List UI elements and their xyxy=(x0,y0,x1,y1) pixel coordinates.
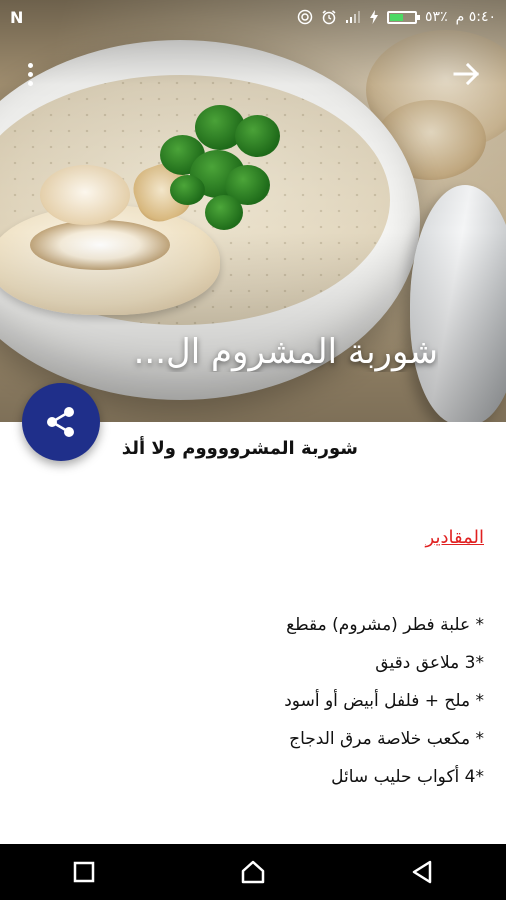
notification-indicator: N xyxy=(10,7,24,27)
list-item: * علبة فطر (مشروم) مقطع xyxy=(286,615,484,635)
ingredients-list: * علبة فطر (مشروم) مقطع *3 ملاعق دقيق * … xyxy=(284,612,484,802)
system-nav-bar xyxy=(0,844,506,900)
ingredients-heading: المقادير xyxy=(425,527,484,548)
share-icon xyxy=(47,407,74,437)
battery-icon xyxy=(387,10,421,24)
list-item: *4 أكواب حليب سائل xyxy=(331,767,484,787)
recents-square-icon xyxy=(74,861,95,883)
home-icon xyxy=(241,860,265,884)
list-item: * مكعب خلاصة مرق الدجاج xyxy=(289,729,484,749)
back-triangle-icon xyxy=(412,860,431,884)
battery-percent: ٥٣٪ xyxy=(425,9,448,25)
signal-icon xyxy=(346,11,361,23)
recents-button[interactable] xyxy=(54,852,114,892)
arrow-forward-icon[interactable] xyxy=(450,58,484,90)
home-button[interactable] xyxy=(223,852,283,892)
page-title: شوربة المشروم ال... xyxy=(133,332,438,372)
alarm-icon xyxy=(322,10,336,25)
list-item: *3 ملاعق دقيق xyxy=(375,653,484,673)
list-item: * ملح + فلفل أبيض أو أسود xyxy=(284,691,484,711)
back-button[interactable] xyxy=(392,852,452,892)
battery-level xyxy=(390,13,403,21)
article-subtitle: شوربة المشرووووم ولا ألذ xyxy=(121,438,358,459)
charging-icon xyxy=(370,10,379,24)
clock: ٥:٤٠ م xyxy=(455,9,496,25)
status-bar: N ٥٣٪ ٥:٤٠ م xyxy=(0,0,506,34)
nfc-icon xyxy=(297,9,313,25)
status-icons: ٥٣٪ ٥:٤٠ م xyxy=(297,9,496,25)
share-button[interactable] xyxy=(22,383,100,461)
more-vert-icon[interactable] xyxy=(18,58,42,90)
